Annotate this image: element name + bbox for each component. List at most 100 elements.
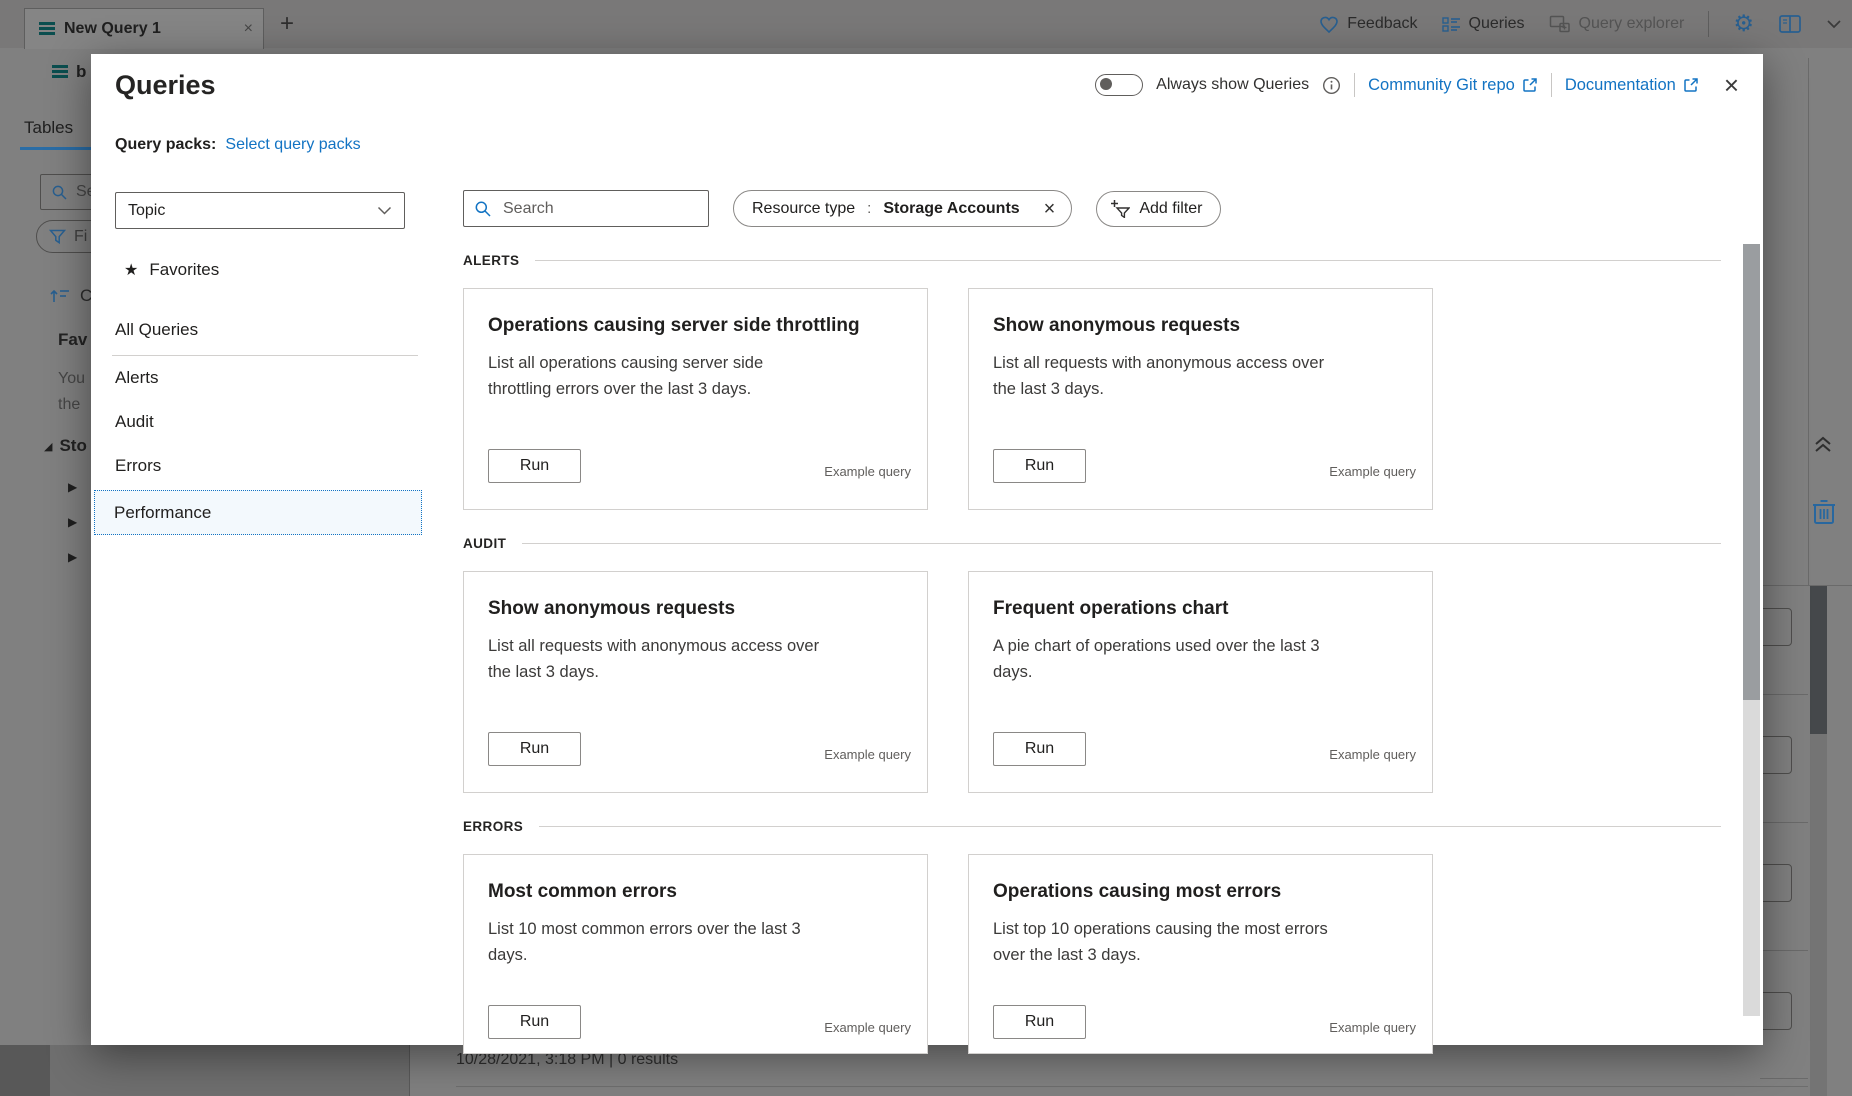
close-dialog-button[interactable]: ×: [1718, 71, 1745, 99]
sidebar-text-fragment: You: [58, 370, 85, 388]
tab-close-icon[interactable]: ×: [244, 20, 253, 38]
query-tab[interactable]: New Query 1 ×: [24, 8, 264, 49]
feedback-button[interactable]: Feedback: [1319, 15, 1417, 34]
section-title: ALERTS: [463, 253, 519, 268]
sidebar-item-performance-selected[interactable]: Performance: [94, 490, 422, 535]
settings-gear-icon[interactable]: ⚙: [1733, 11, 1754, 37]
queries-search-box[interactable]: [463, 190, 709, 227]
query-explorer-button[interactable]: Query explorer: [1549, 15, 1685, 33]
query-card-description: List all operations causing server side …: [488, 351, 763, 402]
example-query-label: Example query: [1329, 747, 1416, 762]
performance-label: Performance: [114, 503, 211, 523]
background-scrollbar[interactable]: [1810, 586, 1827, 1096]
group-by-control[interactable]: C: [50, 286, 91, 306]
section-header: ALERTS: [463, 253, 1721, 268]
run-button[interactable]: Run: [993, 449, 1086, 483]
resource-type-filter-pill[interactable]: Resource type : Storage Accounts ×: [733, 190, 1072, 227]
community-git-repo-link[interactable]: Community Git repo: [1368, 76, 1538, 95]
external-link-icon: [1683, 77, 1699, 93]
run-button[interactable]: Run: [488, 1005, 581, 1039]
info-icon[interactable]: [1322, 76, 1341, 95]
tables-filter-pill[interactable]: Fi: [36, 220, 91, 253]
example-query-label: Example query: [824, 1020, 911, 1035]
queries-toolbar: Resource type : Storage Accounts × Add f…: [463, 190, 1721, 227]
section-audit: AUDIT Show anonymous requests List all r…: [463, 536, 1721, 793]
group-sort-icon: [50, 288, 70, 304]
sidebar-item-favorites[interactable]: ★ Favorites: [124, 260, 219, 280]
section-rule: [539, 826, 1721, 827]
caret-collapsed-icon[interactable]: ▶: [68, 480, 77, 494]
run-button[interactable]: Run: [993, 732, 1086, 766]
chevron-down-icon[interactable]: [1826, 19, 1842, 29]
new-tab-button[interactable]: +: [280, 10, 294, 38]
group-label-fragment: C: [80, 286, 91, 306]
always-show-queries-toggle[interactable]: [1095, 74, 1143, 96]
example-query-label: Example query: [824, 747, 911, 762]
sidebar-divider: [409, 1045, 410, 1096]
example-query-label: Example query: [1329, 1020, 1416, 1035]
left-rail-bottom: [0, 1045, 50, 1096]
reference-book-icon[interactable]: [1778, 14, 1802, 34]
favorites-label: Favorites: [149, 260, 219, 280]
sidebar-text-fragment: the: [58, 396, 80, 414]
add-filter-button[interactable]: Add filter: [1096, 191, 1220, 227]
queries-button[interactable]: Queries: [1442, 15, 1525, 33]
collapse-double-chevron-icon[interactable]: [1810, 434, 1836, 456]
run-button[interactable]: Run: [993, 1005, 1086, 1039]
example-query-label: Example query: [1329, 464, 1416, 479]
row-divider: [1760, 822, 1808, 823]
query-document-icon: [52, 65, 68, 80]
search-input[interactable]: [501, 199, 685, 219]
modal-scrollbar[interactable]: [1743, 244, 1760, 1016]
funnel-icon: [49, 229, 66, 245]
sidebar-item-audit[interactable]: Audit: [115, 412, 154, 432]
select-query-packs-link[interactable]: Select query packs: [225, 136, 360, 154]
queries-content: Resource type : Storage Accounts × Add f…: [463, 190, 1721, 1054]
remove-filter-button[interactable]: ×: [1038, 198, 1062, 220]
header-divider: [1354, 73, 1355, 97]
external-link-icon: [1522, 77, 1538, 93]
card-row: Operations causing server side throttlin…: [463, 288, 1721, 510]
active-tab-underline: [20, 147, 91, 150]
search-placeholder-fragment: Se: [76, 183, 91, 201]
sidebar-item-all-queries[interactable]: All Queries: [115, 320, 198, 340]
tables-search-input[interactable]: Se: [40, 174, 91, 210]
feedback-label: Feedback: [1347, 15, 1417, 33]
topic-dropdown[interactable]: Topic: [115, 192, 405, 229]
card-row: Show anonymous requests List all request…: [463, 571, 1721, 793]
sidebar-item-errors[interactable]: Errors: [115, 456, 161, 476]
query-card: Show anonymous requests List all request…: [968, 288, 1433, 510]
tables-sidebar: b Tables Se Fi C Fav You the ◢ Sto ▶ ▶ ▶: [0, 48, 91, 1045]
run-button[interactable]: Run: [488, 732, 581, 766]
documentation-link[interactable]: Documentation: [1565, 76, 1699, 95]
dialog-header-actions: Always show Queries Community Git repo D…: [1095, 70, 1745, 100]
trash-icon[interactable]: [1812, 498, 1838, 526]
top-bar-divider: [1708, 11, 1709, 37]
caret-collapsed-icon[interactable]: ▶: [68, 550, 77, 564]
query-card-title: Most common errors: [488, 881, 677, 903]
run-button[interactable]: Run: [488, 449, 581, 483]
example-query-label: Example query: [824, 464, 911, 479]
caret-collapsed-icon[interactable]: ▶: [68, 515, 77, 529]
add-filter-icon: [1110, 199, 1130, 218]
storage-group-node[interactable]: ◢ Sto: [44, 436, 87, 456]
favorites-heading-fragment: Fav: [58, 330, 87, 350]
filter-name: Resource type: [752, 200, 855, 218]
toggle-knob: [1100, 78, 1112, 90]
row-divider: [1760, 694, 1808, 695]
query-card: Operations causing most errors List top …: [968, 854, 1433, 1054]
query-card-description: A pie chart of operations used over the …: [993, 634, 1320, 685]
section-alerts: ALERTS Operations causing server side th…: [463, 253, 1721, 510]
background-scrollbar-thumb[interactable]: [1810, 586, 1827, 734]
results-divider: [456, 1086, 1808, 1087]
sidebar-item-alerts[interactable]: Alerts: [115, 368, 158, 388]
query-card-description: List 10 most common errors over the last…: [488, 917, 801, 968]
tab-tables[interactable]: Tables: [24, 118, 73, 138]
query-card: Frequent operations chart A pie chart of…: [968, 571, 1433, 793]
modal-scrollbar-thumb[interactable]: [1743, 244, 1760, 700]
queries-list-icon: [1442, 16, 1461, 33]
add-filter-label: Add filter: [1139, 200, 1202, 218]
row-divider: [1760, 950, 1808, 951]
query-card-title: Show anonymous requests: [993, 315, 1240, 337]
search-icon: [51, 184, 68, 201]
